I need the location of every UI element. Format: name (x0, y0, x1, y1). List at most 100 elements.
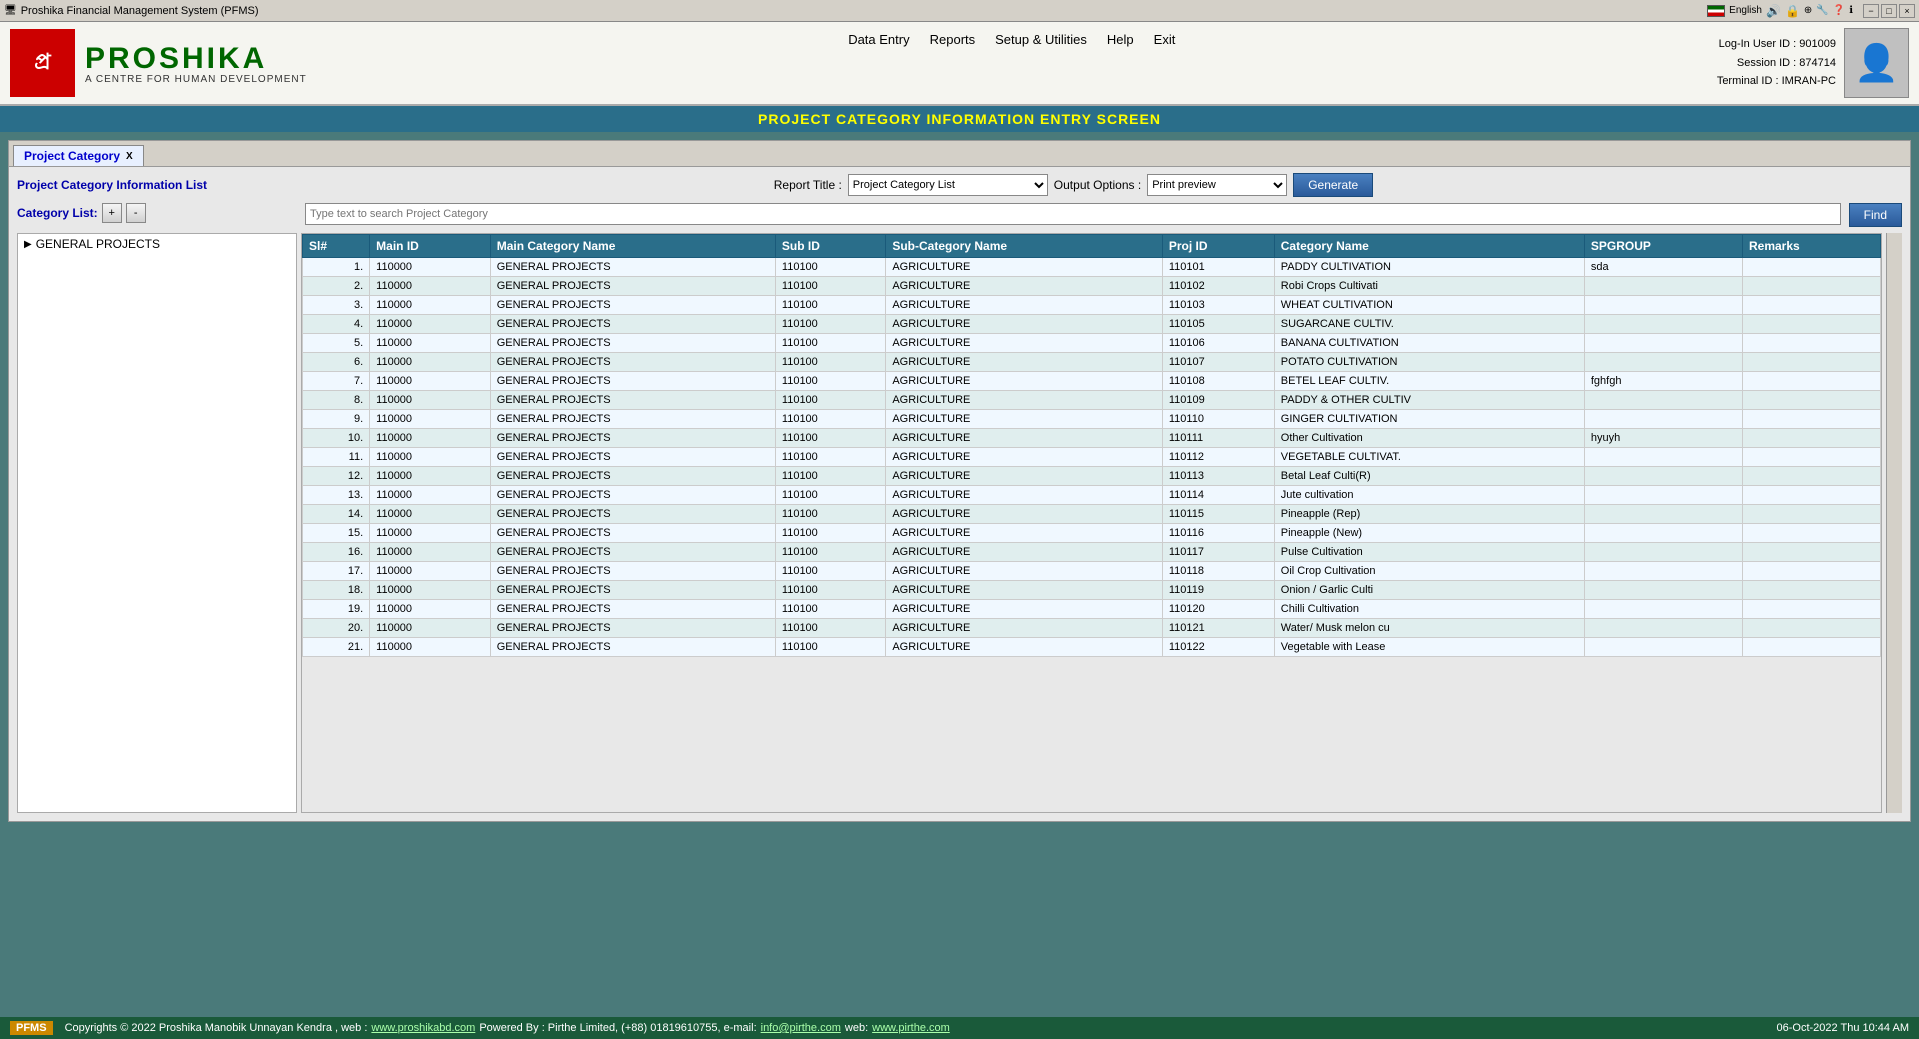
cell-proj-id: 110118 (1162, 562, 1274, 581)
logo-tagline: A CENTRE FOR HUMAN DEVELOPMENT (85, 74, 307, 85)
cell-main-cat: GENERAL PROJECTS (490, 277, 775, 296)
table-row[interactable]: 5. 110000 GENERAL PROJECTS 110100 AGRICU… (303, 334, 1881, 353)
footer-web1[interactable]: www.proshikabd.com (371, 1022, 475, 1034)
project-category-tab[interactable]: Project Category X (13, 145, 144, 166)
cell-spgroup (1584, 524, 1742, 543)
minus-button[interactable]: - (126, 203, 146, 223)
cell-sl: 9. (303, 410, 370, 429)
cell-main-id: 110000 (370, 296, 491, 315)
generate-button[interactable]: Generate (1293, 173, 1373, 197)
cell-sub-id: 110100 (775, 296, 885, 315)
cell-spgroup (1584, 315, 1742, 334)
close-button[interactable]: × (1899, 4, 1915, 18)
table-row[interactable]: 21. 110000 GENERAL PROJECTS 110100 AGRIC… (303, 638, 1881, 657)
cell-sub-id: 110100 (775, 505, 885, 524)
table-row[interactable]: 4. 110000 GENERAL PROJECTS 110100 AGRICU… (303, 315, 1881, 334)
cell-sl: 21. (303, 638, 370, 657)
list-title: Project Category Information List (17, 178, 237, 192)
table-row[interactable]: 15. 110000 GENERAL PROJECTS 110100 AGRIC… (303, 524, 1881, 543)
cell-sub-id: 110100 (775, 372, 885, 391)
cell-sub-cat: AGRICULTURE (886, 543, 1163, 562)
tab-close-button[interactable]: X (126, 151, 133, 162)
cell-sl: 5. (303, 334, 370, 353)
cell-main-id: 110000 (370, 258, 491, 277)
cell-sl: 4. (303, 315, 370, 334)
table-row[interactable]: 16. 110000 GENERAL PROJECTS 110100 AGRIC… (303, 543, 1881, 562)
col-sub-cat: Sub-Category Name (886, 235, 1163, 258)
page-title: PROJECT CATEGORY INFORMATION ENTRY SCREE… (758, 111, 1161, 127)
cell-main-cat: GENERAL PROJECTS (490, 372, 775, 391)
plus-button[interactable]: + (102, 203, 122, 223)
cell-remarks (1742, 429, 1880, 448)
nav-exit[interactable]: Exit (1154, 32, 1176, 47)
title-bar-left: 🖥 Proshika Financial Management System (… (4, 5, 259, 17)
table-row[interactable]: 7. 110000 GENERAL PROJECTS 110100 AGRICU… (303, 372, 1881, 391)
tree-item-general-projects[interactable]: ▶ GENERAL PROJECTS (18, 234, 296, 254)
table-row[interactable]: 14. 110000 GENERAL PROJECTS 110100 AGRIC… (303, 505, 1881, 524)
tree-panel: ▶ GENERAL PROJECTS (17, 233, 297, 813)
cell-spgroup (1584, 505, 1742, 524)
table-row[interactable]: 12. 110000 GENERAL PROJECTS 110100 AGRIC… (303, 467, 1881, 486)
nav-data-entry[interactable]: Data Entry (848, 32, 909, 47)
footer-email[interactable]: info@pirthe.com (761, 1022, 841, 1034)
cell-sub-id: 110100 (775, 619, 885, 638)
footer: PFMS Copyrights © 2022 Proshika Manobik … (0, 1017, 1919, 1039)
title-bar: 🖥 Proshika Financial Management System (… (0, 0, 1919, 22)
cell-proj-id: 110119 (1162, 581, 1274, 600)
table-row[interactable]: 9. 110000 GENERAL PROJECTS 110100 AGRICU… (303, 410, 1881, 429)
cell-main-id: 110000 (370, 505, 491, 524)
col-sl: Sl# (303, 235, 370, 258)
footer-badge: PFMS (10, 1021, 53, 1035)
cell-proj-id: 110112 (1162, 448, 1274, 467)
table-row[interactable]: 18. 110000 GENERAL PROJECTS 110100 AGRIC… (303, 581, 1881, 600)
table-row[interactable]: 20. 110000 GENERAL PROJECTS 110100 AGRIC… (303, 619, 1881, 638)
table-row[interactable]: 1. 110000 GENERAL PROJECTS 110100 AGRICU… (303, 258, 1881, 277)
table-row[interactable]: 17. 110000 GENERAL PROJECTS 110100 AGRIC… (303, 562, 1881, 581)
cell-sub-cat: AGRICULTURE (886, 638, 1163, 657)
table-row[interactable]: 10. 110000 GENERAL PROJECTS 110100 AGRIC… (303, 429, 1881, 448)
cell-sl: 15. (303, 524, 370, 543)
table-area: Sl# Main ID Main Category Name Sub ID Su… (301, 233, 1882, 813)
lang-label: English (1729, 5, 1762, 16)
table-row[interactable]: 13. 110000 GENERAL PROJECTS 110100 AGRIC… (303, 486, 1881, 505)
table-row[interactable]: 19. 110000 GENERAL PROJECTS 110100 AGRIC… (303, 600, 1881, 619)
nav-setup[interactable]: Setup & Utilities (995, 32, 1087, 47)
cell-proj-id: 110103 (1162, 296, 1274, 315)
session-id: Session ID : 874714 (1717, 54, 1836, 73)
search-input[interactable] (305, 203, 1841, 225)
report-title-select[interactable]: Project Category List (848, 174, 1048, 196)
nav-help[interactable]: Help (1107, 32, 1134, 47)
cell-sub-id: 110100 (775, 600, 885, 619)
footer-datetime: 06-Oct-2022 Thu 10:44 AM (1777, 1022, 1910, 1034)
cell-sl: 12. (303, 467, 370, 486)
login-id: Log-In User ID : 901009 (1717, 35, 1836, 54)
cell-main-id: 110000 (370, 562, 491, 581)
cell-cat-name: Oil Crop Cultivation (1274, 562, 1584, 581)
find-button[interactable]: Find (1849, 203, 1902, 227)
table-row[interactable]: 6. 110000 GENERAL PROJECTS 110100 AGRICU… (303, 353, 1881, 372)
cell-sub-cat: AGRICULTURE (886, 391, 1163, 410)
nav-menu: Data Entry Reports Setup & Utilities Hel… (848, 28, 1175, 47)
table-row[interactable]: 3. 110000 GENERAL PROJECTS 110100 AGRICU… (303, 296, 1881, 315)
maximize-button[interactable]: □ (1881, 4, 1897, 18)
scrollbar[interactable] (1886, 233, 1902, 813)
nav-reports[interactable]: Reports (930, 32, 976, 47)
cell-cat-name: BETEL LEAF CULTIV. (1274, 372, 1584, 391)
table-row[interactable]: 2. 110000 GENERAL PROJECTS 110100 AGRICU… (303, 277, 1881, 296)
cell-main-id: 110000 (370, 277, 491, 296)
table-row[interactable]: 11. 110000 GENERAL PROJECTS 110100 AGRIC… (303, 448, 1881, 467)
cell-proj-id: 110110 (1162, 410, 1274, 429)
cell-sl: 1. (303, 258, 370, 277)
output-options-select[interactable]: Print preview (1147, 174, 1287, 196)
table-row[interactable]: 8. 110000 GENERAL PROJECTS 110100 AGRICU… (303, 391, 1881, 410)
category-list-label: Category List: (17, 206, 98, 220)
report-title-label: Report Title : (774, 178, 842, 192)
cell-cat-name: SUGARCANE CULTIV. (1274, 315, 1584, 334)
title-bar-controls: English 🔊 🔒 ⊕ 🔧 ❓ ℹ − □ × (1707, 4, 1915, 18)
cell-spgroup: hyuyh (1584, 429, 1742, 448)
cell-main-cat: GENERAL PROJECTS (490, 429, 775, 448)
cell-proj-id: 110113 (1162, 467, 1274, 486)
minimize-button[interactable]: − (1863, 4, 1879, 18)
footer-web2[interactable]: www.pirthe.com (872, 1022, 950, 1034)
cell-spgroup (1584, 277, 1742, 296)
